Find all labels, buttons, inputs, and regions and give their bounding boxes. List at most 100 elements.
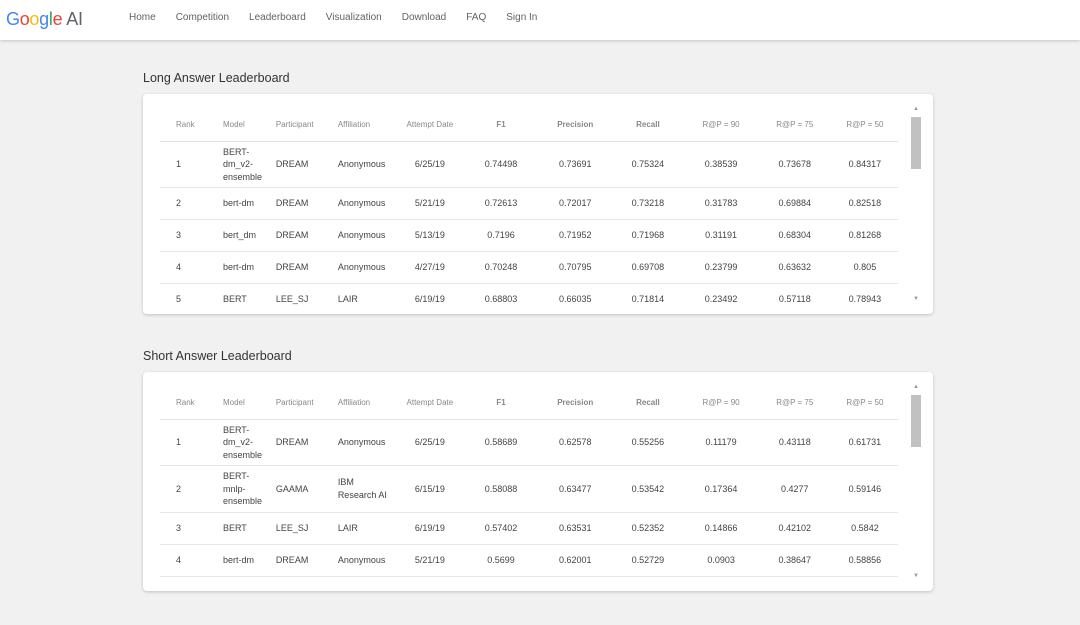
cell-r-p-90: 0.23799	[684, 251, 758, 284]
table-row[interactable]: 1 BERT-dm_v2-ensemble DREAM Anonymous 6/25/1…	[160, 419, 898, 466]
logo-google: Google	[6, 9, 63, 29]
table-row[interactable]: 1 BERT-dm_v2-ensemble DREAM Anonymous 6/25/1…	[160, 141, 898, 188]
column-header-rank[interactable]: Rank	[160, 387, 219, 420]
scroll-down-icon[interactable]: ▼	[911, 571, 921, 581]
table-row[interactable]: 4 bert-dm DREAM Anonymous 4/27/19 0.70248 0.70…	[160, 251, 898, 284]
cell-participant: DREAM	[271, 251, 334, 284]
nav-visualization[interactable]: Visualization	[326, 12, 382, 23]
column-header-recall[interactable]: Recall	[611, 387, 685, 420]
cell-r-p-50: 0.78943	[831, 283, 898, 314]
cell-f1: 0.58689	[462, 419, 540, 466]
column-header-attempt-date[interactable]: Attempt Date	[396, 109, 463, 142]
column-header-attempt-date[interactable]: Attempt Date	[396, 387, 463, 420]
nav-leaderboard[interactable]: Leaderboard	[249, 12, 306, 23]
cell-recall: 0.71814	[611, 283, 685, 314]
cell-attempt-date: 6/25/19	[396, 141, 463, 188]
scroll-up-icon[interactable]: ▲	[911, 382, 921, 392]
cell-r-p-90: 0.17364	[684, 465, 758, 513]
cell-r-p-90: 0.31783	[684, 187, 758, 220]
cell-recall: 0.71968	[611, 219, 685, 252]
cell-attempt-date: 5/21/19	[396, 187, 463, 220]
cell-precision: 0.63531	[539, 512, 612, 545]
column-header-r-p-90[interactable]: R@P = 90	[684, 109, 758, 142]
cell-participant: DREAM	[271, 187, 334, 220]
cell-r-p-75: 0.63632	[757, 251, 832, 284]
column-header-model[interactable]: Model	[218, 387, 272, 420]
cell-r-p-50: 0.82518	[831, 187, 898, 220]
cell-f1: 0.57402	[462, 512, 540, 545]
cell-model: bert-dm	[218, 187, 272, 220]
scrollbar[interactable]: ▲ ▼	[911, 382, 921, 581]
nav-competition[interactable]: Competition	[176, 12, 229, 23]
cell-r-p-75: 0.4277	[757, 465, 832, 513]
nav-download[interactable]: Download	[402, 12, 446, 23]
cell-r-p-50: 0.58856	[831, 544, 898, 577]
cell-affiliation: Anonymous	[333, 219, 397, 252]
cell-rank: 3	[160, 512, 219, 545]
column-header-f1[interactable]: F1	[462, 109, 540, 142]
scrollbar-thumb[interactable]	[911, 117, 921, 169]
cell-f1: 0.58088	[462, 465, 540, 513]
cell-recall: 0.55256	[611, 419, 685, 466]
short-answer-card: Rank Model Participant Affiliation Attempt D…	[143, 372, 933, 591]
cell-precision: 0.62578	[539, 419, 612, 466]
cell-r-p-90: 0.23492	[684, 283, 758, 314]
column-header-precision[interactable]: Precision	[539, 387, 612, 420]
cell-participant: DREAM	[271, 141, 334, 188]
column-header-r-p-75[interactable]: R@P = 75	[757, 109, 832, 142]
cell-rank: 2	[160, 465, 219, 513]
nav-faq[interactable]: FAQ	[466, 12, 486, 23]
column-header-participant[interactable]: Participant	[271, 387, 334, 420]
top-bar: Google AI Home Competition Leaderboard Visua…	[0, 0, 1080, 40]
column-header-precision[interactable]: Precision	[539, 109, 612, 142]
cell-affiliation: Anonymous	[333, 419, 397, 466]
scroll-down-icon[interactable]: ▼	[911, 294, 921, 304]
table-row[interactable]: 5 BERT LEE_SJ LAIR 6/19/19 0.68803 0.66035 0.71…	[160, 283, 898, 314]
cell-participant: LEE_SJ	[271, 283, 334, 314]
google-ai-logo[interactable]: Google AI	[6, 9, 83, 30]
column-header-r-p-50[interactable]: R@P = 50	[831, 387, 898, 420]
column-header-affiliation[interactable]: Affiliation	[333, 387, 397, 420]
column-header-model[interactable]: Model	[218, 109, 272, 142]
cell-r-p-50: 0.81268	[831, 219, 898, 252]
column-header-f1[interactable]: F1	[462, 387, 540, 420]
cell-f1: 0.70248	[462, 251, 540, 284]
scrollbar-thumb[interactable]	[911, 395, 921, 447]
column-header-recall[interactable]: Recall	[611, 109, 685, 142]
cell-participant: GAAMA	[271, 465, 334, 513]
nav-home[interactable]: Home	[129, 12, 156, 23]
short-answer-table-scroll[interactable]: Rank Model Participant Affiliation Attempt D…	[160, 387, 910, 591]
table-row[interactable]: 2 bert-dm DREAM Anonymous 5/21/19 0.72613 0.72…	[160, 187, 898, 220]
cell-r-p-50: 0.84317	[831, 141, 898, 188]
column-header-r-p-90[interactable]: R@P = 90	[684, 387, 758, 420]
column-header-affiliation[interactable]: Affiliation	[333, 109, 397, 142]
table-row[interactable]: 4 bert-dm DREAM Anonymous 5/21/19 0.5699 0.620…	[160, 544, 898, 577]
cell-model: BERT-dm_v2-ensemble	[218, 141, 272, 188]
long-answer-table-scroll[interactable]: Rank Model Participant Affiliation Attempt D…	[160, 109, 910, 314]
cell-affiliation: Anonymous	[333, 544, 397, 577]
column-header-r-p-75[interactable]: R@P = 75	[757, 387, 832, 420]
logo-ai: AI	[66, 9, 83, 29]
nav-sign-in[interactable]: Sign In	[506, 12, 537, 23]
cell-r-p-75: 0.43118	[757, 419, 832, 466]
cell-model: BERT-mnlp-ensemble	[218, 465, 272, 513]
scrollbar[interactable]: ▲ ▼	[911, 104, 921, 304]
cell-attempt-date: 6/25/19	[396, 419, 463, 466]
cell-r-p-50: 0.59146	[831, 465, 898, 513]
cell-model: bert-dm	[218, 544, 272, 577]
cell-attempt-date: 6/19/19	[396, 283, 463, 314]
cell-attempt-date: 4/27/19	[396, 251, 463, 284]
column-header-r-p-50[interactable]: R@P = 50	[831, 109, 898, 142]
cell-affiliation: IBM Research AI	[333, 465, 397, 513]
table-row[interactable]: 3 bert_dm DREAM Anonymous 5/13/19 0.7196 0.719…	[160, 219, 898, 252]
cell-r-p-90: 0.11179	[684, 419, 758, 466]
scroll-up-icon[interactable]: ▲	[911, 104, 921, 114]
cell-affiliation: LAIR	[333, 283, 397, 314]
long-answer-table: Rank Model Participant Affiliation Attempt D…	[160, 109, 898, 314]
table-row[interactable]: 2 BERT-mnlp-ensemble GAAMA IBM Research AI 6…	[160, 465, 898, 513]
column-header-rank[interactable]: Rank	[160, 109, 219, 142]
table-row[interactable]: 3 BERT LEE_SJ LAIR 6/19/19 0.57402 0.63531 0.52…	[160, 512, 898, 545]
cell-recall: 0.52729	[611, 544, 685, 577]
cell-f1: 0.5699	[462, 544, 540, 577]
column-header-participant[interactable]: Participant	[271, 109, 334, 142]
